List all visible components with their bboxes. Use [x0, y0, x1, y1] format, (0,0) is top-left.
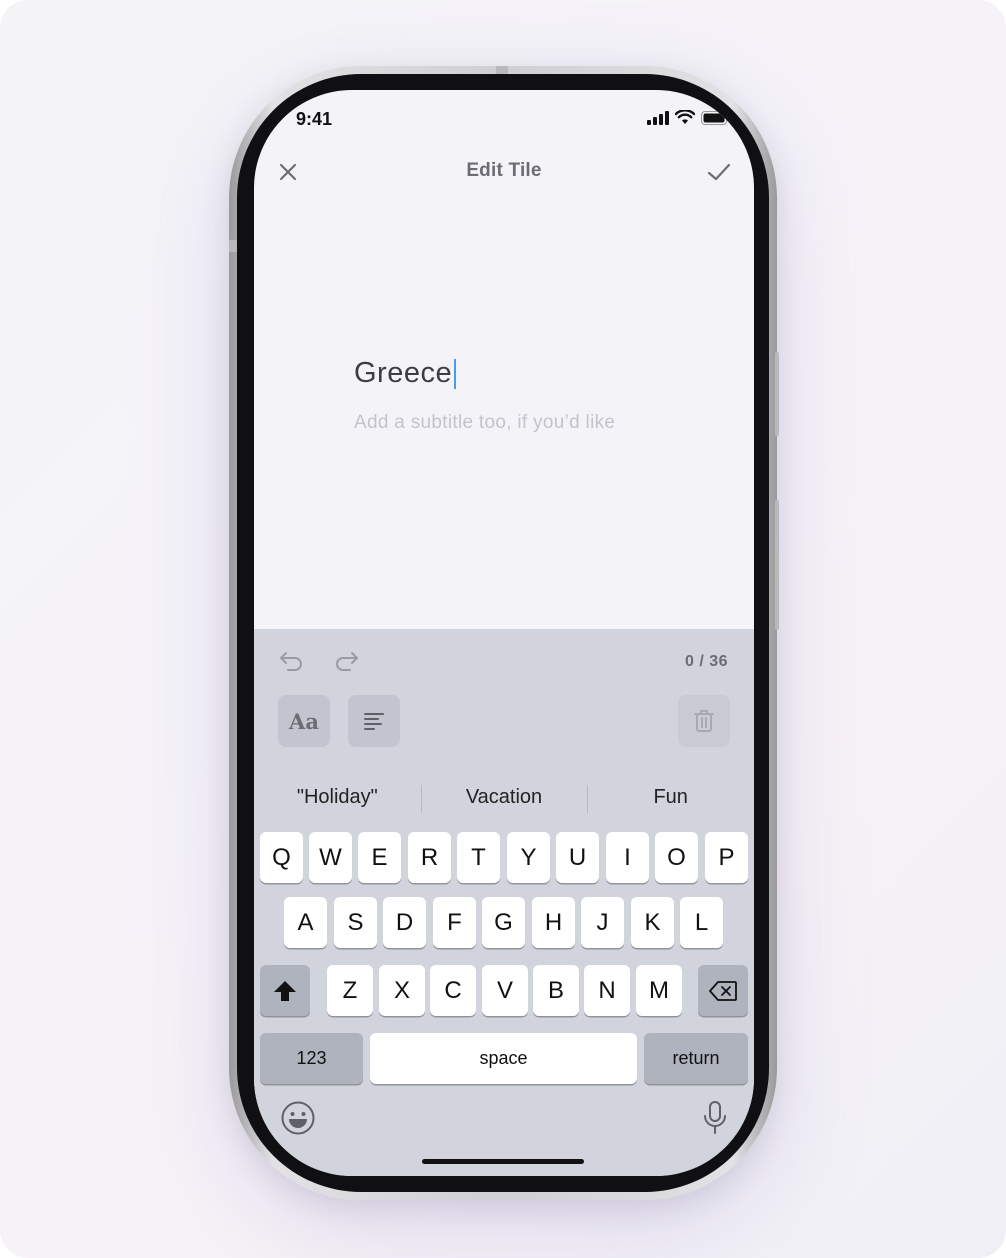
- suggestion-item[interactable]: Fun: [587, 779, 754, 815]
- text-align-button[interactable]: [348, 695, 400, 747]
- key-a[interactable]: A: [284, 897, 327, 948]
- shift-icon: [274, 980, 296, 1001]
- nav-bar: Edit Tile: [254, 150, 754, 194]
- side-button-volume-down: [775, 500, 779, 630]
- key-j[interactable]: J: [581, 897, 624, 948]
- wifi-icon: [675, 110, 695, 124]
- tile-title-input[interactable]: Greece: [354, 357, 457, 390]
- key-w[interactable]: W: [309, 832, 352, 883]
- status-bar: 9:41: [254, 90, 754, 146]
- key-y[interactable]: Y: [507, 832, 550, 883]
- microphone-icon[interactable]: [702, 1100, 728, 1136]
- key-z[interactable]: Z: [327, 965, 373, 1016]
- key-h[interactable]: H: [532, 897, 575, 948]
- side-button-silent: [229, 240, 237, 252]
- status-time: 9:41: [296, 109, 333, 129]
- key-v[interactable]: V: [482, 965, 528, 1016]
- key-c[interactable]: C: [430, 965, 476, 1016]
- redo-icon[interactable]: [332, 649, 360, 675]
- status-icons: [647, 110, 730, 125]
- battery-icon: [701, 110, 730, 125]
- align-left-icon: [364, 713, 384, 730]
- numbers-key[interactable]: 123: [260, 1033, 363, 1084]
- suggestion-item[interactable]: Vacation: [421, 779, 588, 815]
- emoji-icon[interactable]: [280, 1100, 316, 1136]
- phone-screen: 9:41 Edit Tile Greece Add a subtitle too…: [254, 90, 754, 1176]
- key-l[interactable]: L: [680, 897, 723, 948]
- key-g[interactable]: G: [482, 897, 525, 948]
- key-o[interactable]: O: [655, 832, 698, 883]
- side-antenna-top: [496, 66, 508, 74]
- key-d[interactable]: D: [383, 897, 426, 948]
- backspace-key[interactable]: [698, 965, 748, 1016]
- key-x[interactable]: X: [379, 965, 425, 1016]
- checkmark-icon[interactable]: [706, 160, 732, 184]
- key-u[interactable]: U: [556, 832, 599, 883]
- key-i[interactable]: I: [606, 832, 649, 883]
- key-n[interactable]: N: [584, 965, 630, 1016]
- key-s[interactable]: S: [334, 897, 377, 948]
- backspace-icon: [709, 980, 737, 1001]
- key-e[interactable]: E: [358, 832, 401, 883]
- key-q[interactable]: Q: [260, 832, 303, 883]
- key-b[interactable]: B: [533, 965, 579, 1016]
- keyboard-panel: 0 / 36 Aa "Holiday" Vacation Fun Q W E R…: [254, 629, 754, 1176]
- suggestion-bar: "Holiday" Vacation Fun: [254, 779, 754, 815]
- space-key[interactable]: space: [370, 1033, 637, 1084]
- key-f[interactable]: F: [433, 897, 476, 948]
- tile-title-text: Greece: [354, 357, 453, 389]
- suggestion-item[interactable]: "Holiday": [254, 779, 421, 815]
- font-style-button[interactable]: Aa: [278, 695, 330, 747]
- side-button-volume-up: [775, 352, 779, 436]
- suggestion-divider: [421, 785, 422, 813]
- key-m[interactable]: M: [636, 965, 682, 1016]
- home-indicator: [422, 1159, 584, 1164]
- tile-subtitle-input[interactable]: Add a subtitle too, if you’d like: [354, 412, 615, 434]
- trash-icon: [694, 710, 714, 732]
- key-t[interactable]: T: [457, 832, 500, 883]
- text-caret: [454, 358, 457, 389]
- cellular-signal-icon: [647, 110, 669, 125]
- key-r[interactable]: R: [408, 832, 451, 883]
- suggestion-divider: [587, 785, 588, 813]
- page-title: Edit Tile: [466, 160, 542, 181]
- return-key[interactable]: return: [644, 1033, 748, 1084]
- delete-tile-button[interactable]: [678, 695, 730, 747]
- key-k[interactable]: K: [631, 897, 674, 948]
- key-p[interactable]: P: [705, 832, 748, 883]
- shift-key[interactable]: [260, 965, 310, 1016]
- character-count: 0 / 36: [684, 653, 728, 670]
- undo-icon[interactable]: [278, 649, 306, 675]
